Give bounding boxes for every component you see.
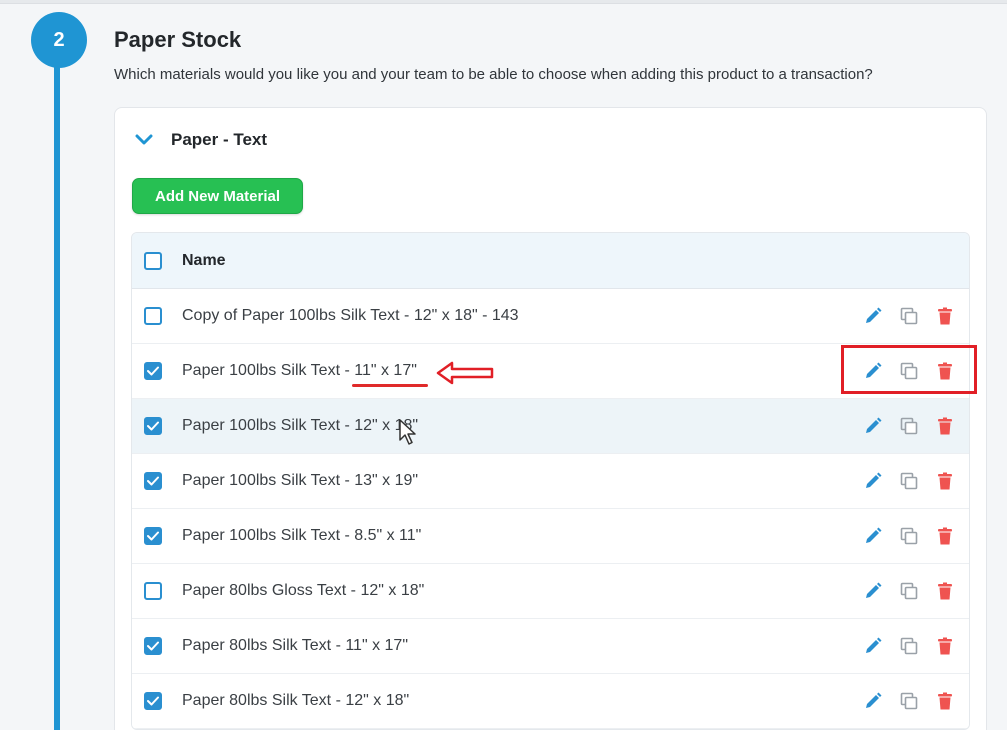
edit-button[interactable] [861, 689, 885, 713]
duplicate-button[interactable] [897, 579, 921, 603]
pencil-icon[interactable] [863, 416, 883, 436]
edit-button[interactable] [861, 634, 885, 658]
edit-button[interactable] [861, 414, 885, 438]
trash-icon[interactable] [935, 306, 955, 326]
step-progress-line [54, 50, 60, 730]
row-checkbox[interactable] [144, 527, 162, 545]
add-new-material-button[interactable]: Add New Material [132, 178, 303, 214]
row-checkbox[interactable] [144, 582, 162, 600]
edit-button[interactable] [861, 304, 885, 328]
pencil-icon[interactable] [863, 581, 883, 601]
row-actions [861, 524, 957, 548]
annotation-underline [352, 384, 428, 387]
trash-icon[interactable] [935, 526, 955, 546]
copy-icon[interactable] [899, 636, 919, 656]
table-row[interactable]: Paper 80lbs Silk Text - 12" x 18" [132, 674, 969, 729]
row-actions [861, 579, 957, 603]
delete-button[interactable] [933, 579, 957, 603]
material-name: Paper 100lbs Silk Text - 12" x 18" [182, 417, 419, 434]
delete-button[interactable] [933, 469, 957, 493]
trash-icon[interactable] [935, 416, 955, 436]
group-toggle[interactable]: Paper - Text [135, 128, 267, 152]
copy-icon[interactable] [899, 526, 919, 546]
table-row[interactable]: Paper 100lbs Silk Text - 12" x 18" [132, 399, 969, 454]
pencil-icon[interactable] [863, 691, 883, 711]
edit-button[interactable] [861, 524, 885, 548]
duplicate-button[interactable] [897, 524, 921, 548]
material-name: Paper 100lbs Silk Text - 8.5" x 11" [182, 527, 422, 544]
delete-button[interactable] [933, 524, 957, 548]
delete-button[interactable] [933, 414, 957, 438]
select-all-checkbox[interactable] [144, 251, 162, 270]
copy-icon[interactable] [899, 691, 919, 711]
annotation-arrow-icon [436, 361, 494, 385]
pencil-icon[interactable] [863, 471, 883, 491]
top-edge-divider [0, 0, 1007, 4]
table-row[interactable]: Copy of Paper 100lbs Silk Text - 12" x 1… [132, 289, 969, 344]
row-checkbox[interactable] [144, 307, 162, 325]
section-title: Paper Stock [114, 27, 242, 52]
row-checkbox[interactable] [144, 637, 162, 655]
pencil-icon[interactable] [863, 306, 883, 326]
trash-icon[interactable] [935, 581, 955, 601]
row-actions [861, 689, 957, 713]
edit-button[interactable] [861, 469, 885, 493]
mouse-cursor-icon [399, 419, 416, 445]
table-row[interactable]: Paper 80lbs Gloss Text - 12" x 18" [132, 564, 969, 619]
row-checkbox[interactable] [144, 362, 162, 380]
delete-button[interactable] [933, 634, 957, 658]
duplicate-button[interactable] [897, 634, 921, 658]
material-name: Paper 100lbs Silk Text - 13" x 19" [182, 472, 419, 489]
table-row[interactable]: Paper 100lbs Silk Text - 13" x 19" [132, 454, 969, 509]
copy-icon[interactable] [899, 416, 919, 436]
edit-button[interactable] [861, 579, 885, 603]
material-name: Paper 80lbs Silk Text - 12" x 18" [182, 692, 410, 709]
group-title: Paper - Text [171, 130, 268, 149]
delete-button[interactable] [933, 689, 957, 713]
duplicate-button[interactable] [897, 304, 921, 328]
row-actions [861, 304, 957, 328]
step-number-badge: 2 [31, 12, 87, 68]
duplicate-button[interactable] [897, 689, 921, 713]
material-name: Paper 80lbs Gloss Text - 12" x 18" [182, 582, 425, 599]
row-actions [861, 469, 957, 493]
table-header: Name [132, 233, 969, 289]
material-name: Copy of Paper 100lbs Silk Text - 12" x 1… [182, 307, 519, 324]
row-checkbox[interactable] [144, 417, 162, 435]
row-checkbox[interactable] [144, 472, 162, 490]
copy-icon[interactable] [899, 306, 919, 326]
material-group-card: Paper - Text Add New Material Name Copy … [114, 107, 987, 730]
duplicate-button[interactable] [897, 414, 921, 438]
trash-icon[interactable] [935, 471, 955, 491]
copy-icon[interactable] [899, 581, 919, 601]
trash-icon[interactable] [935, 636, 955, 656]
trash-icon[interactable] [935, 691, 955, 711]
pencil-icon[interactable] [863, 636, 883, 656]
row-actions [861, 414, 957, 438]
column-header-name: Name [182, 251, 226, 269]
table-row[interactable]: Paper 100lbs Silk Text - 8.5" x 11" [132, 509, 969, 564]
material-name: Paper 80lbs Silk Text - 11" x 17" [182, 637, 408, 654]
chevron-down-icon[interactable] [135, 133, 153, 147]
section-description: Which materials would you like you and y… [114, 66, 873, 83]
row-actions [861, 634, 957, 658]
delete-button[interactable] [933, 304, 957, 328]
copy-icon[interactable] [899, 471, 919, 491]
row-checkbox[interactable] [144, 692, 162, 710]
material-name: Paper 100lbs Silk Text - 11" x 17" [182, 362, 417, 379]
annotation-highlight-box [841, 345, 977, 394]
pencil-icon[interactable] [863, 526, 883, 546]
duplicate-button[interactable] [897, 469, 921, 493]
table-row[interactable]: Paper 80lbs Silk Text - 11" x 17" [132, 619, 969, 674]
materials-table: Name Copy of Paper 100lbs Silk Text - 12… [131, 232, 970, 730]
